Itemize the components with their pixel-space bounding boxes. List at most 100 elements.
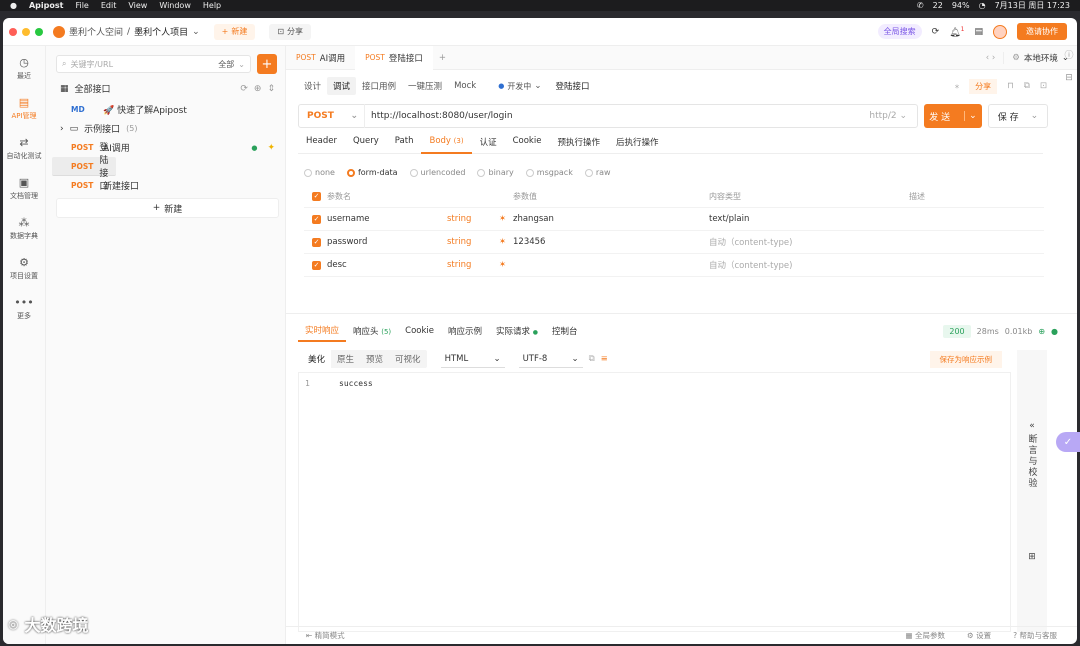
tree-folder-examples[interactable]: › ▭ 示例接口 (5) bbox=[46, 119, 285, 138]
settings-button[interactable]: ⚙ 设置 bbox=[967, 630, 991, 641]
menubar-app-name[interactable]: Apipost bbox=[29, 1, 63, 10]
tab-login[interactable]: POST 登陆接口 bbox=[355, 45, 433, 70]
sync-icon[interactable]: ⟳ bbox=[932, 27, 940, 37]
param-content-type[interactable]: text/plain bbox=[709, 214, 909, 224]
global-params-button[interactable]: ▦ 全局参数 bbox=[906, 630, 945, 641]
required-icon[interactable]: ✶ bbox=[499, 260, 513, 270]
help-button[interactable]: ? 帮助与客服 bbox=[1013, 630, 1057, 641]
magic-icon[interactable]: ⁎ bbox=[955, 81, 959, 91]
menu-view[interactable]: View bbox=[128, 1, 147, 10]
bell-icon[interactable]: 🔔︎1 bbox=[949, 26, 964, 38]
wrap-icon[interactable]: ≡ bbox=[601, 354, 608, 364]
save-example-button[interactable]: 保存为响应示例 bbox=[929, 350, 1002, 368]
param-name[interactable]: password bbox=[327, 237, 447, 247]
copy-icon[interactable]: ⧉ bbox=[589, 354, 595, 364]
refresh-icon[interactable]: ⟳ bbox=[240, 84, 248, 94]
menu-help[interactable]: Help bbox=[203, 1, 221, 10]
minimize-window-button[interactable] bbox=[22, 27, 30, 36]
copy-icon[interactable]: ⧉ bbox=[1024, 81, 1030, 91]
nav-more[interactable]: ••• 更多 bbox=[3, 296, 45, 326]
tab-cookie[interactable]: Cookie bbox=[505, 132, 550, 154]
avatar[interactable] bbox=[993, 24, 1007, 39]
param-name[interactable]: username bbox=[327, 214, 447, 224]
code-icon[interactable]: ⊟ bbox=[1065, 73, 1073, 83]
tree-item-login[interactable]: POST 登陆接口 bbox=[52, 143, 116, 192]
tree-item-md[interactable]: MD 🚀 快速了解Apipost bbox=[46, 100, 285, 119]
row-checkbox[interactable]: ✓ bbox=[312, 260, 321, 270]
apple-icon[interactable]: ● bbox=[10, 1, 17, 10]
share-api-button[interactable]: 分享 bbox=[969, 78, 998, 94]
filter-select[interactable]: 全部 bbox=[218, 59, 234, 70]
radio-none[interactable]: none bbox=[304, 168, 335, 177]
compact-mode-button[interactable]: ⇤ 精简模式 bbox=[306, 630, 345, 641]
nav-docs[interactable]: ▣ 文档管理 bbox=[3, 176, 45, 206]
api-name[interactable]: 登陆接口 bbox=[555, 80, 589, 92]
locate-icon[interactable]: ⊕ bbox=[254, 84, 262, 94]
required-icon[interactable]: ✶ bbox=[499, 214, 513, 224]
nav-data-dictionary[interactable]: ⁂ 数据字典 bbox=[3, 216, 45, 246]
menu-file[interactable]: File bbox=[75, 1, 88, 10]
tab-pre-script[interactable]: 预执行操作 bbox=[549, 132, 608, 154]
panel-divider[interactable] bbox=[286, 313, 1077, 314]
nav-automation-test[interactable]: ⇄ 自动化测试 bbox=[3, 136, 45, 166]
tab-console[interactable]: 控制台 bbox=[545, 321, 585, 341]
new-button[interactable]: + 新建 bbox=[213, 23, 256, 40]
tab-actual-request[interactable]: 实际请求 ● bbox=[489, 321, 545, 341]
view-preview[interactable]: 预览 bbox=[360, 350, 389, 368]
invite-button[interactable]: 邀请协作 bbox=[1017, 23, 1067, 40]
radio-raw[interactable]: raw bbox=[584, 168, 611, 177]
info-icon[interactable]: ⓘ bbox=[1064, 48, 1073, 61]
row-checkbox[interactable]: ✓ bbox=[312, 237, 321, 247]
add-api-button[interactable]: + bbox=[257, 54, 277, 74]
tree-item-new[interactable]: POST 新建接口 bbox=[46, 176, 285, 195]
wechat-icon[interactable]: ✆ bbox=[917, 1, 924, 10]
chevron-down-icon[interactable]: ⌄ bbox=[192, 27, 200, 37]
close-window-button[interactable] bbox=[9, 27, 17, 36]
tab-auth[interactable]: 认证 bbox=[472, 132, 505, 154]
collapse-icon[interactable]: ⇕ bbox=[267, 84, 275, 94]
nav-api-management[interactable]: ▤ API管理 bbox=[3, 96, 45, 126]
tab-response-cookie[interactable]: Cookie bbox=[398, 322, 441, 340]
tab-body[interactable]: Body (3) bbox=[421, 132, 472, 154]
tab-response-headers[interactable]: 响应头 (5) bbox=[346, 321, 398, 341]
view-pretty[interactable]: 美化 bbox=[302, 350, 332, 368]
tab-live-response[interactable]: 实时响应 bbox=[298, 320, 347, 342]
workspace-name[interactable]: 墨利个人空间 bbox=[69, 25, 123, 38]
lock-icon[interactable]: ⊓ bbox=[1007, 81, 1014, 91]
param-name[interactable]: desc bbox=[327, 260, 447, 270]
select-all-checkbox[interactable]: ✓ bbox=[312, 191, 321, 201]
sidebar-new-button[interactable]: + 新建 bbox=[56, 198, 279, 218]
radio-binary[interactable]: binary bbox=[477, 168, 514, 177]
radio-urlencoded[interactable]: urlencoded bbox=[409, 168, 465, 177]
tab-ai[interactable]: POST AI调用 bbox=[286, 46, 355, 70]
tab-debug[interactable]: 调试 bbox=[327, 77, 357, 95]
save-button[interactable]: 保 存 ⌄ bbox=[988, 104, 1048, 128]
tab-mock[interactable]: Mock bbox=[448, 78, 482, 94]
tab-header[interactable]: Header bbox=[298, 132, 345, 154]
wifi-icon[interactable]: ◔ bbox=[979, 1, 986, 10]
radio-form-data[interactable]: form-data bbox=[346, 168, 398, 177]
project-name[interactable]: 墨利个人项目 bbox=[134, 25, 188, 38]
param-content-type[interactable]: 自动（content-type) bbox=[709, 236, 909, 248]
globe-icon[interactable]: ⊕ bbox=[1038, 327, 1045, 336]
tab-response-example[interactable]: 响应示例 bbox=[441, 321, 489, 341]
view-visual[interactable]: 可视化 bbox=[389, 350, 427, 368]
tab-cases[interactable]: 接口用例 bbox=[356, 77, 402, 95]
param-type[interactable]: string bbox=[447, 214, 499, 224]
tree-root[interactable]: ▦ 全部接口 ⟳ ⊕ ⇕ bbox=[60, 82, 275, 96]
tab-arrows-icon[interactable]: ‹ › bbox=[986, 53, 996, 63]
tab-stress[interactable]: 一键压测 bbox=[402, 77, 448, 95]
url-input[interactable]: http://localhost:8080/user/login bbox=[365, 111, 869, 121]
nav-recent[interactable]: ◷ 最近 bbox=[3, 56, 45, 86]
assert-panel-toggle[interactable]: « 断言与校验 ⊞ bbox=[1017, 350, 1047, 632]
share-project-button[interactable]: ⊡ 分享 bbox=[269, 23, 312, 40]
tab-path[interactable]: Path bbox=[387, 132, 422, 154]
response-body[interactable]: 1 success bbox=[298, 372, 1011, 632]
add-tab-icon[interactable]: + bbox=[439, 53, 446, 63]
chevron-down-icon[interactable]: ⌄ bbox=[964, 111, 977, 121]
menu-edit[interactable]: Edit bbox=[101, 1, 117, 10]
search-input[interactable]: ⌕ 关键字/URL 全部 ⌄ bbox=[56, 55, 251, 73]
nav-project-settings[interactable]: ⚙ 项目设置 bbox=[3, 256, 45, 286]
zoom-window-button[interactable] bbox=[35, 27, 43, 36]
menu-window[interactable]: Window bbox=[159, 1, 191, 10]
